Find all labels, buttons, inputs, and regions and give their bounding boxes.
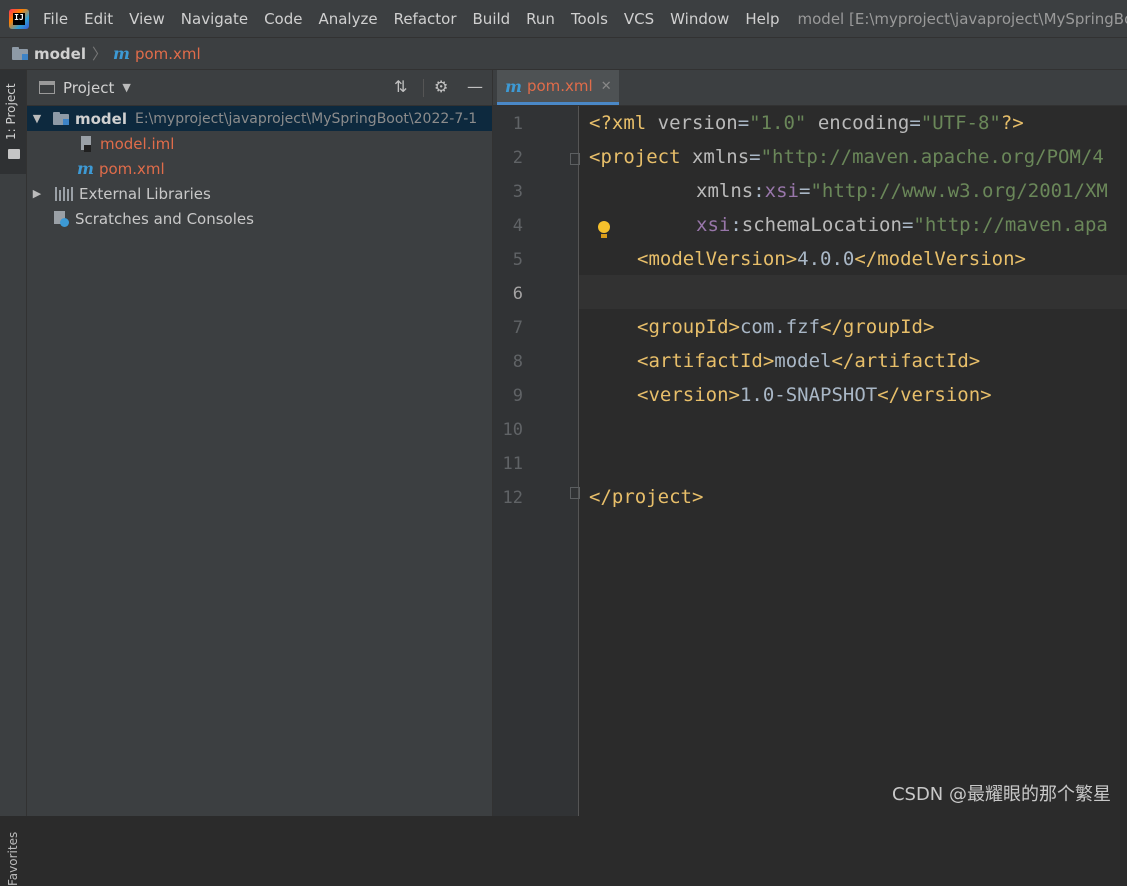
tab-label: pom.xml [526,77,593,95]
module-folder-icon [12,47,28,60]
close-icon[interactable]: ✕ [601,79,612,94]
line-number: 7 [512,318,523,338]
breadcrumb-separator: 〉 [92,45,108,63]
folder-icon [8,149,20,159]
project-tool-label: 1: Project [4,83,18,140]
tree-path-model: E:\myproject\javaproject\MySpringBoot\20… [135,110,478,127]
module-folder-icon [53,112,69,125]
project-panel-header: Project ▼ ⇅ ⚙ — [27,70,492,106]
intellij-logo-icon[interactable]: IJ [9,8,29,29]
tree-row-pom-xml[interactable]: m pom.xml [77,156,165,181]
code-line-1: <?xml version="1.0" encoding="UTF-8"?> [589,112,1024,134]
code-line-3: xmlns:xsi="http://www.w3.org/2001/XM [696,180,1108,202]
tree-label-model: model [75,109,127,128]
line-number: 1 [512,114,523,134]
tree-row-scratches[interactable]: Scratches and Consoles [27,206,254,231]
tree-row-model[interactable]: ▼ model E:\myproject\javaproject\MySprin… [27,106,492,131]
tree-row-model-iml[interactable]: model.iml [79,131,174,156]
code-line-8: <artifactId>model</artifactId> [637,350,981,372]
line-number: 11 [502,454,523,474]
project-tool-button[interactable]: 1: Project [0,70,26,174]
collapsed-arrow-icon[interactable]: ▶ [31,187,43,200]
menu-analyze[interactable]: Analyze [318,10,377,28]
tool-window-strip: 1: Project Favorites [0,70,27,886]
current-line-highlight [579,275,1127,309]
menu-code[interactable]: Code [264,10,302,28]
fold-marker-icon[interactable] [570,487,580,499]
line-number: 10 [502,420,523,440]
gear-icon[interactable]: ⚙ [434,79,448,95]
code-line-4: xsi:schemaLocation="http://maven.apa [696,214,1108,236]
tree-row-external-libraries[interactable]: ▶ External Libraries [27,181,211,206]
menu-tools[interactable]: Tools [571,10,608,28]
tree-label-model-iml: model.iml [100,134,175,153]
menu-view[interactable]: View [129,10,165,28]
maven-file-icon: m [505,76,522,96]
code-area[interactable]: <?xml version="1.0" encoding="UTF-8"?> <… [589,106,1108,508]
editor-tab-bar: m pom.xml ✕ [493,70,1127,106]
iml-file-icon [79,135,93,152]
menu-window[interactable]: Window [670,10,729,28]
scratches-icon [53,210,69,227]
code-line-12: </project> [589,486,704,508]
code-line-7: <groupId>com.fzf</groupId> [637,316,935,338]
line-number-current: 6 [512,284,523,304]
menu-build[interactable]: Build [473,10,511,28]
menu-navigate[interactable]: Navigate [181,10,248,28]
collapse-all-icon[interactable]: ⇅ [394,79,407,95]
line-number: 8 [512,352,523,372]
breadcrumb-project[interactable]: model [34,45,86,63]
window-title: model [E:\myproject\javaproject\MySpring… [797,9,1127,28]
editor-gutter: 1 2 3 4 5 6 7 8 9 10 11 12 [493,106,580,816]
menu-edit[interactable]: Edit [84,10,113,28]
chevron-down-icon[interactable]: ▼ [122,81,130,94]
project-panel: Project ▼ ⇅ ⚙ — ▼ model E:\myproject\jav… [27,70,493,816]
line-number: 5 [512,250,523,270]
menu-vcs[interactable]: VCS [624,10,654,28]
minimize-icon[interactable]: — [467,79,483,95]
code-line-5: <modelVersion>4.0.0</modelVersion> [637,248,1026,270]
tree-label-pom-xml: pom.xml [98,159,165,178]
watermark: CSDN @最耀眼的那个繁星 [891,784,1111,805]
menu-help[interactable]: Help [745,10,779,28]
breadcrumb: model 〉 m pom.xml [0,37,1127,70]
library-icon [55,186,73,201]
project-view-selector[interactable]: Project [63,79,114,97]
editor: m pom.xml ✕ 1 2 3 4 5 6 7 8 9 10 11 12 <… [493,70,1127,816]
line-number: 3 [512,182,523,202]
fold-marker-icon[interactable] [570,153,580,165]
favorites-tool-label[interactable]: Favorites [6,832,20,886]
breadcrumb-file[interactable]: pom.xml [135,45,201,63]
menu-refactor[interactable]: Refactor [394,10,457,28]
menu-run[interactable]: Run [526,10,555,28]
line-number: 4 [512,216,523,236]
maven-file-icon: m [113,44,130,63]
project-view-icon [39,81,55,94]
code-line-9: <version>1.0-SNAPSHOT</version> [637,384,992,406]
line-number: 2 [512,148,523,168]
menu-file[interactable]: File [43,10,68,28]
maven-file-icon: m [77,159,94,178]
expanded-arrow-icon[interactable]: ▼ [31,112,43,125]
menu-bar: IJ File Edit View Navigate Code Analyze … [0,0,1127,37]
tab-pom-xml[interactable]: m pom.xml ✕ [497,70,619,105]
line-number: 9 [512,386,523,406]
tree-label-external-libraries: External Libraries [79,184,211,203]
code-line-2: <project xmlns="http://maven.apache.org/… [589,146,1104,168]
header-divider [423,79,424,97]
tree-label-scratches: Scratches and Consoles [75,209,254,228]
line-number: 12 [502,488,523,508]
